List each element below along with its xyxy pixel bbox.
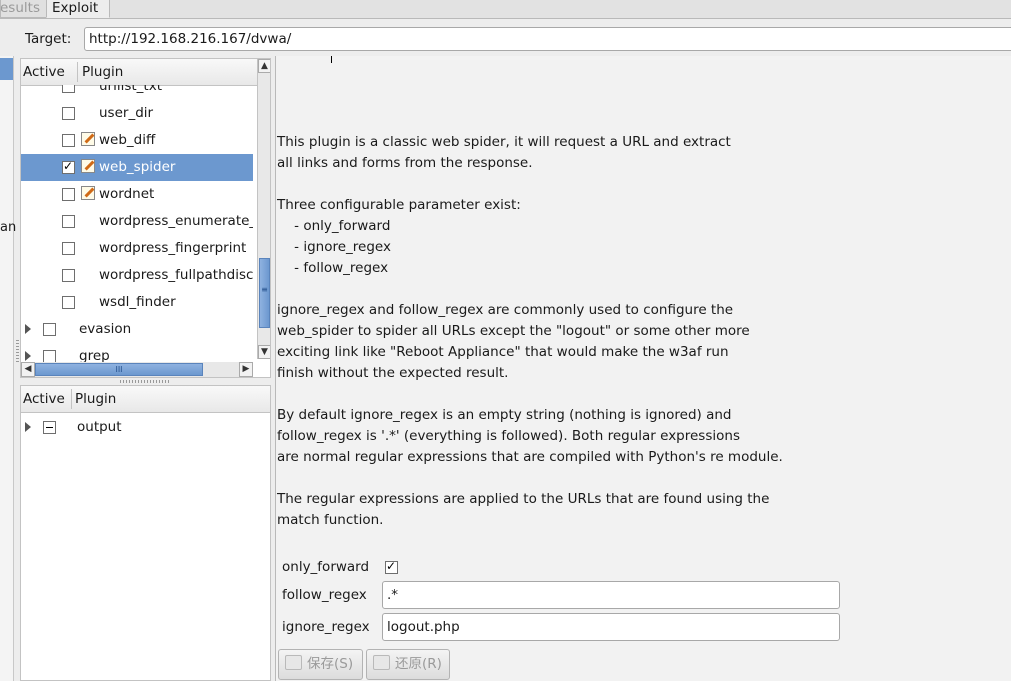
plugin-checkbox[interactable] [62,134,75,147]
expand-arrow-icon[interactable] [25,324,31,334]
follow-regex-label: follow_regex [282,587,367,603]
revert-button-label: 还原(R) [395,656,442,672]
plugin-row-wordpress-fullpathdisc[interactable]: wordpress_fullpathdisc [21,262,253,289]
revert-button[interactable]: 还原(R) [366,649,450,680]
scrollbar-thumb[interactable]: ≡ [259,258,270,328]
column-separator [77,62,78,82]
notebook-tabs: esults Exploit [0,0,1011,19]
plugin-name: wordpress_enumerate_ [99,213,253,229]
crawl-plugins-tree: Active Plugin urllist_txt user_dir web_d… [20,58,271,378]
left-collapsed-panel [0,56,14,681]
scrollbar-thumb[interactable]: III [35,363,203,376]
output-tree-header: Active Plugin [21,386,270,413]
plugin-row-urllist-txt[interactable]: urllist_txt [21,85,253,100]
column-separator [71,389,72,409]
plugin-config-pane: This plugin is a classic web spider, it … [275,56,1011,681]
revert-icon [373,655,390,670]
follow-regex-input[interactable]: .* [382,581,840,609]
save-button-label: 保存(S) [307,656,354,672]
ignore-regex-input[interactable]: logout.php [382,613,840,641]
edit-config-icon [81,186,95,200]
plugin-checkbox[interactable] [62,296,75,309]
group-checkbox[interactable] [43,421,56,434]
only-forward-label: only_forward [282,559,370,575]
edit-config-icon [81,132,95,146]
plugin-description: This plugin is a classic web spider, it … [277,134,783,528]
plugin-checkbox[interactable] [62,188,75,201]
target-url-input[interactable]: http://192.168.216.167/dvwa/ [84,27,1011,51]
plugin-row-wsdl-finder[interactable]: wsdl_finder [21,289,253,316]
plugin-row-web-diff[interactable]: web_diff [21,127,253,154]
plugin-group-evasion[interactable]: evasion [21,316,253,343]
plugin-checkbox[interactable] [62,107,75,120]
plugin-name: wsdl_finder [99,294,176,310]
column-plugin-header[interactable]: Plugin [75,391,116,407]
scroll-grip: ≡ [261,285,268,294]
scroll-grip: III [115,365,123,374]
expand-arrow-icon[interactable] [25,422,31,432]
plugins-tree-rows: urllist_txt user_dir web_diff web_spider… [21,85,253,362]
plugin-row-user-dir[interactable]: user_dir [21,100,253,127]
plugin-name: wordpress_fullpathdisc [99,267,253,283]
tab-exploit[interactable]: Exploit [46,0,110,18]
pane-resize-handle-vertical[interactable] [16,340,19,362]
output-plugins-tree: Active Plugin output [20,385,271,681]
plugin-name: wordnet [99,186,155,202]
plugin-checkbox[interactable] [62,269,75,282]
plugin-name: urllist_txt [99,85,163,94]
plugin-checkbox[interactable] [62,242,75,255]
plugin-group-grep[interactable]: grep [21,343,253,362]
expand-arrow-icon[interactable] [25,351,31,361]
group-name: evasion [79,321,132,337]
plugin-row-wordnet[interactable]: wordnet [21,181,253,208]
group-name: grep [79,348,110,362]
plugin-row-web-spider[interactable]: web_spider [21,154,253,181]
scroll-up-arrow-icon[interactable]: ▲ [258,59,270,73]
plugin-checkbox[interactable] [62,215,75,228]
group-checkbox[interactable] [43,350,56,362]
tab-results-label: esults [0,0,40,16]
scroll-right-arrow-icon[interactable]: ▶ [239,362,253,377]
tab-results[interactable]: esults [0,0,48,18]
edit-config-icon [81,159,95,173]
save-icon [285,655,302,670]
only-forward-checkbox[interactable] [385,559,398,574]
pane-resize-handle-horizontal[interactable] [120,380,170,383]
scroll-down-arrow-icon[interactable]: ▼ [258,345,270,359]
text-cursor [331,56,332,63]
left-panel-selection[interactable] [0,58,13,80]
plugin-name: web_diff [99,132,156,148]
plugin-checkbox[interactable] [62,159,75,174]
tab-exploit-label: Exploit [52,0,99,16]
plugin-name: wordpress_fingerprint [99,240,247,256]
plugins-horizontal-scrollbar[interactable]: ◀ III ▶ [21,362,253,377]
column-plugin-header[interactable]: Plugin [82,64,123,80]
plugin-group-output[interactable]: output [21,414,253,441]
plugin-name: user_dir [99,105,154,121]
left-panel-fragment-text: an [0,220,17,235]
group-name: output [77,419,122,435]
scroll-left-arrow-icon[interactable]: ◀ [21,362,35,377]
plugin-row-wordpress-fingerprint[interactable]: wordpress_fingerprint [21,235,253,262]
plugins-tree-header: Active Plugin [21,59,270,86]
column-active-header[interactable]: Active [23,64,65,80]
plugin-checkbox[interactable] [62,85,75,93]
column-active-header[interactable]: Active [23,391,65,407]
group-checkbox[interactable] [43,323,56,336]
target-label: Target: [25,31,72,47]
plugins-vertical-scrollbar[interactable]: ▲ ≡ ▼ [257,59,270,359]
plugin-name: web_spider [99,159,176,175]
plugin-row-wordpress-enumerate[interactable]: wordpress_enumerate_ [21,208,253,235]
save-button[interactable]: 保存(S) [278,649,363,680]
ignore-regex-label: ignore_regex [282,619,370,635]
